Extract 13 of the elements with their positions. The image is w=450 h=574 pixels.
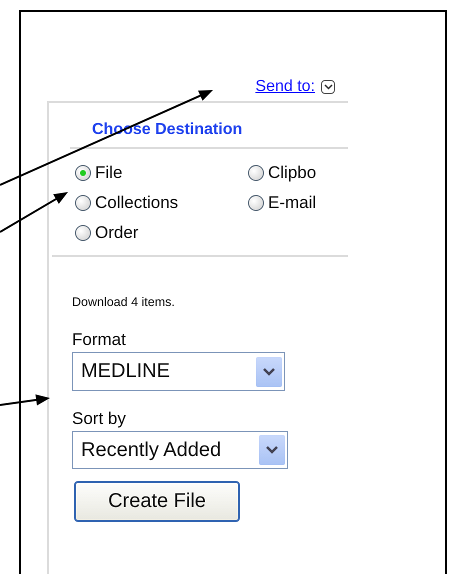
- dropdown-icon[interactable]: [321, 80, 335, 94]
- download-summary: Download 4 items.: [72, 295, 176, 309]
- format-select[interactable]: MEDLINE: [72, 352, 285, 391]
- destination-radio[interactable]: Collections: [75, 193, 248, 213]
- destination-radio[interactable]: File: [75, 163, 248, 183]
- format-label: Format: [72, 330, 127, 350]
- send-to-link[interactable]: Send to:: [255, 78, 315, 96]
- sort-select[interactable]: Recently Added: [72, 431, 288, 469]
- destination-radio[interactable]: E-mail: [248, 193, 348, 213]
- sort-label: Sort by: [72, 409, 127, 429]
- destination-radio[interactable]: Order: [75, 223, 248, 243]
- destination-radio[interactable]: Clipbo: [248, 163, 348, 183]
- create-file-button[interactable]: Create File: [74, 481, 240, 522]
